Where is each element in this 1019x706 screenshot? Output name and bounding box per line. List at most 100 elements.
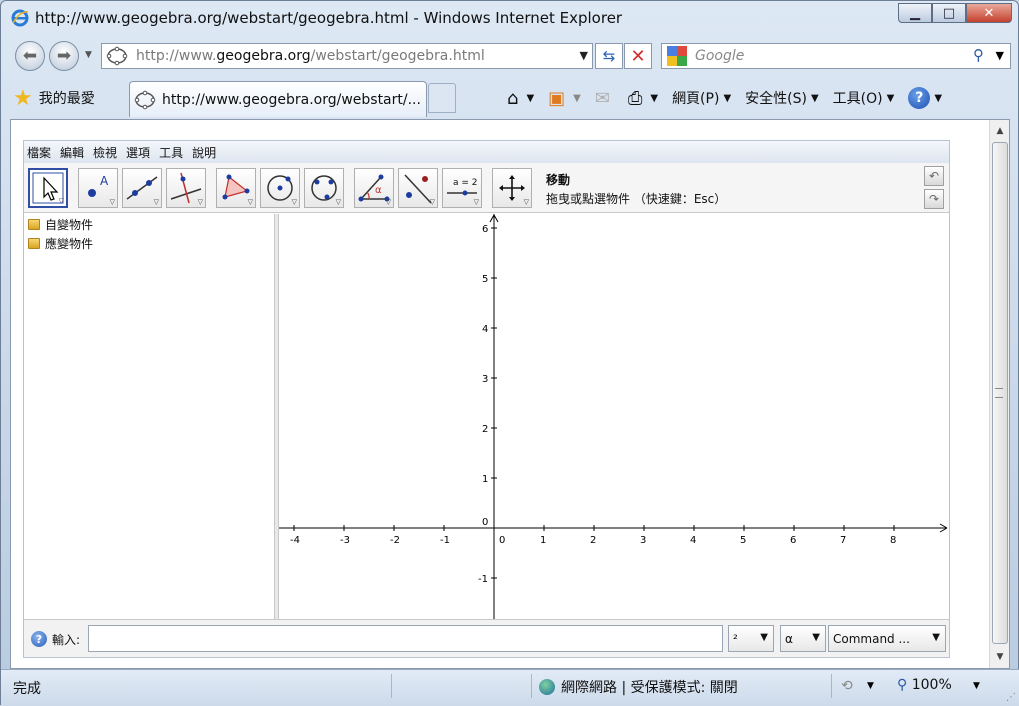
folder-icon (28, 237, 40, 249)
geogebra-toolbar: ▽ A ▽ ▽ ▽ ▽ ▽ ▽ α ▽ ▽ a = 2 ▽ ▽ 移動 拖曳或點選… (24, 163, 949, 213)
menu-options[interactable]: 選項 (126, 144, 150, 161)
line-tool-button[interactable]: ▽ (122, 168, 162, 208)
tools-menu[interactable]: 工具(O) (833, 88, 883, 108)
rss-dropdown-icon[interactable]: ▼ (573, 93, 581, 104)
forward-button[interactable]: ➡ (49, 41, 79, 71)
browser-tab[interactable]: http://www.geogebra.org/webstart/... (129, 81, 427, 117)
page-menu[interactable]: 網頁(P) (672, 88, 719, 108)
undo-icon: ↶ (928, 169, 940, 183)
slider-tool-button[interactable]: a = 2 ▽ (442, 168, 482, 208)
help-button[interactable]: ? (908, 87, 931, 109)
greek-combo[interactable]: α ▼ (780, 625, 826, 652)
reflect-tool-button[interactable]: ▽ (398, 168, 438, 208)
folder-label: 自變物件 (45, 217, 94, 232)
input-help-icon[interactable]: ? (31, 631, 47, 647)
chevron-down-icon: ▼ (812, 632, 820, 643)
favorites-label: 我的最愛 (38, 91, 95, 107)
undo-button[interactable]: ↶ (924, 166, 944, 186)
tab-label: http://www.geogebra.org/webstart/... (162, 91, 421, 108)
help-dropdown-icon[interactable]: ▼ (934, 93, 942, 104)
search-field[interactable]: Google ⚲ ▼ (661, 43, 1011, 69)
new-tab-button[interactable] (428, 83, 456, 113)
scroll-grip-icon (995, 388, 1003, 398)
redo-button[interactable]: ↷ (924, 189, 944, 209)
close-button[interactable]: ✕ (966, 3, 1012, 23)
zoom-dropdown-icon[interactable]: ▼ (973, 681, 980, 691)
tool-menu-triangle-icon: ▽ (473, 198, 479, 206)
stop-icon: ✕ (630, 45, 646, 67)
page-content: ▲ ▼ 檔案 編輯 檢視 選項 工具 說明 ▽ A ▽ ▽ ▽ ▽ ▽ ▽ α … (10, 119, 1010, 669)
move-view-tool-button[interactable]: ▽ (492, 168, 532, 208)
menu-tools[interactable]: 工具 (159, 144, 183, 161)
search-icon[interactable]: ⚲ (973, 46, 984, 64)
home-icon[interactable]: ⌂ (507, 88, 518, 109)
x-tick-label: 1 (540, 535, 546, 546)
y-tick-label: 4 (482, 324, 488, 335)
graphics-view[interactable]: -4 -3 -2 -1 0 1 2 3 4 5 6 7 8 -1 0 1 2 3 4 5 6 (279, 214, 949, 619)
minimize-button[interactable]: ▁ (898, 3, 932, 23)
tool-menu-triangle-icon: ▽ (291, 198, 297, 206)
refresh-button[interactable]: ⇆ (595, 43, 623, 69)
maximize-button[interactable]: □ (932, 3, 966, 23)
search-dropdown-icon[interactable]: ▼ (996, 49, 1004, 62)
x-tick-label: 0 (499, 535, 505, 546)
history-dropdown-icon[interactable]: ▼ (85, 50, 92, 60)
move-tool-button[interactable]: ▽ (28, 168, 68, 208)
algebra-view: 自變物件 應變物件 (24, 214, 274, 619)
mail-icon[interactable]: ✉ (595, 88, 610, 109)
command-combo[interactable]: Command ... ▼ (828, 625, 946, 652)
y-tick-label: 6 (482, 224, 488, 235)
popup-blocker-icon[interactable]: ⟲ (841, 678, 853, 694)
dependent-objects-folder[interactable]: 應變物件 (28, 234, 274, 252)
page-icon (106, 46, 128, 66)
print-icon[interactable]: ⎙ (628, 88, 642, 109)
stop-button[interactable]: ✕ (624, 43, 652, 69)
x-tick-label: 2 (590, 535, 596, 546)
menu-view[interactable]: 檢視 (93, 144, 117, 161)
home-dropdown-icon[interactable]: ▼ (526, 93, 534, 104)
address-dropdown-icon[interactable]: ▼ (580, 49, 588, 62)
security-zone[interactable]: 網際網路 | 受保護模式: 關閉 (539, 677, 738, 697)
y-tick-label: 2 (482, 424, 488, 435)
back-arrow-icon: ⬅ (22, 46, 38, 66)
x-tick-label: 4 (690, 535, 696, 546)
popup-dropdown-icon[interactable]: ▼ (867, 681, 874, 691)
superscript-combo[interactable]: ² ▼ (728, 625, 774, 652)
angle-tool-button[interactable]: α ▽ (354, 168, 394, 208)
tab-page-icon (134, 90, 156, 109)
zoom-level: 100% (911, 677, 952, 693)
point-tool-button[interactable]: A ▽ (78, 168, 118, 208)
star-icon: ★ (13, 85, 33, 111)
conic-tool-button[interactable]: ▽ (304, 168, 344, 208)
scroll-up-icon[interactable]: ▲ (990, 122, 1010, 140)
resize-grip-icon[interactable]: ⋰ (1006, 692, 1016, 703)
polygon-tool-button[interactable]: ▽ (216, 168, 256, 208)
address-field[interactable]: http://www.geogebra.org/webstart/geogebr… (101, 43, 593, 69)
favorites-button[interactable]: ★ 我的最愛 (13, 83, 95, 113)
free-objects-folder[interactable]: 自變物件 (28, 215, 274, 233)
vertical-scrollbar[interactable]: ▲ ▼ (989, 120, 1009, 668)
circle-tool-button[interactable]: ▽ (260, 168, 300, 208)
geogebra-applet: 檔案 編輯 檢視 選項 工具 說明 ▽ A ▽ ▽ ▽ ▽ ▽ ▽ α ▽ ▽ … (23, 140, 950, 658)
status-separator (531, 674, 532, 698)
input-field[interactable] (88, 625, 723, 652)
menu-edit[interactable]: 編輯 (60, 144, 84, 161)
tool-menu-triangle-icon: ▽ (335, 198, 341, 206)
folder-label: 應變物件 (45, 236, 94, 251)
menu-help[interactable]: 說明 (192, 144, 216, 161)
safety-menu[interactable]: 安全性(S) (745, 88, 807, 108)
input-bar: ? 輸入: ² ▼ α ▼ Command ... ▼ (24, 619, 949, 657)
scroll-down-icon[interactable]: ▼ (990, 648, 1010, 666)
menu-file[interactable]: 檔案 (27, 144, 51, 161)
tool-menu-triangle-icon: ▽ (385, 198, 391, 206)
globe-icon (539, 679, 555, 695)
zone-text: 網際網路 | 受保護模式: 關閉 (561, 680, 738, 696)
search-placeholder: Google (695, 48, 745, 64)
print-dropdown-icon[interactable]: ▼ (650, 93, 658, 104)
zoom-control[interactable]: ⚲ 100% (897, 677, 952, 693)
perpendicular-tool-button[interactable]: ▽ (166, 168, 206, 208)
rss-icon[interactable]: ▣ (548, 88, 565, 109)
back-button[interactable]: ⬅ (15, 41, 45, 71)
redo-icon: ↷ (928, 192, 940, 206)
window-title: http://www.geogebra.org/webstart/geogebr… (35, 9, 623, 27)
